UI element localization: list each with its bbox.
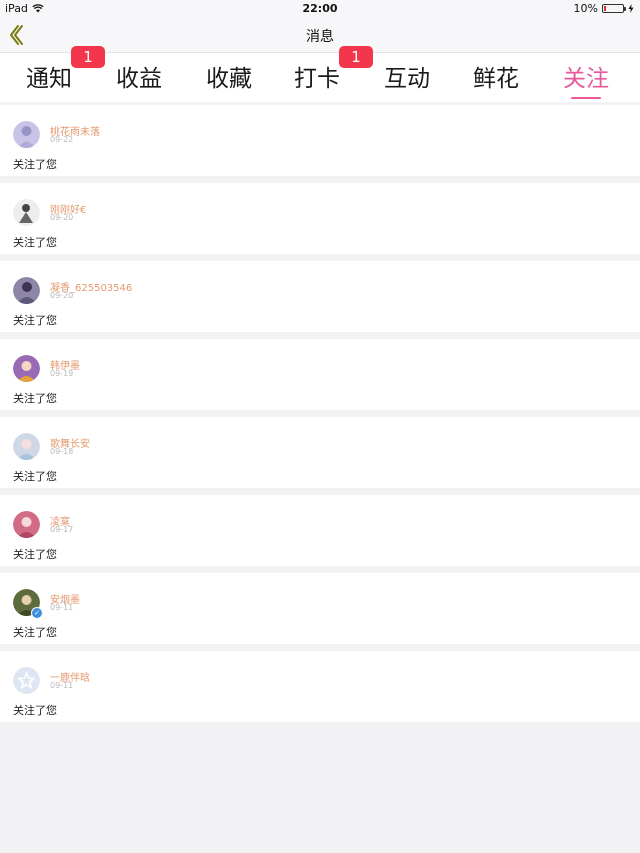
verified-icon: ✓: [31, 607, 43, 619]
tab-label: 打卡: [294, 66, 340, 92]
follow-date: 09-17: [50, 525, 74, 534]
notifications-badge: 1: [71, 46, 105, 68]
avatar[interactable]: [13, 277, 40, 304]
follow-message: 关注了您: [13, 626, 57, 639]
checkin-badge: 1: [339, 46, 373, 68]
follow-message: 关注了您: [13, 314, 57, 327]
tab-earnings[interactable]: 收益: [116, 59, 162, 93]
follow-message: 关注了您: [13, 392, 57, 405]
follow-date: 09-11: [50, 681, 74, 690]
avatar[interactable]: [13, 355, 40, 382]
status-time: 22:00: [302, 2, 338, 15]
tab-label: 收藏: [206, 66, 252, 92]
follow-message: 关注了您: [13, 236, 57, 249]
battery-icon: [602, 4, 626, 13]
follow-date: 09-11: [50, 603, 74, 612]
list-item[interactable]: 刚刚好€ 09-20 关注了您: [0, 183, 640, 254]
tab-checkin[interactable]: 打卡: [294, 59, 340, 93]
battery-level: [604, 6, 606, 11]
list-item[interactable]: 歌舞长安 09-18 关注了您: [0, 417, 640, 488]
avatar[interactable]: [13, 433, 40, 460]
tab-notifications[interactable]: 通知: [26, 59, 72, 93]
tab-label: 收益: [116, 66, 162, 92]
list-item[interactable]: ✓ 安烟墨 09-11 关注了您: [0, 573, 640, 644]
page-title: 消息: [306, 29, 334, 45]
tab-label: 鲜花: [473, 66, 519, 92]
list-item[interactable]: 桃花雨未落 09-22 关注了您: [0, 105, 640, 176]
avatar[interactable]: [13, 121, 40, 148]
status-bar: iPad 22:00 10%: [0, 0, 640, 18]
active-tab-indicator: [571, 97, 601, 99]
follow-message: 关注了您: [13, 548, 57, 561]
tab-interactions[interactable]: 互动: [384, 59, 430, 93]
avatar[interactable]: [13, 199, 40, 226]
list-item[interactable]: 凌寞 09-17 关注了您: [0, 495, 640, 566]
follow-message: 关注了您: [13, 470, 57, 483]
follow-date: 09-18: [50, 447, 74, 456]
battery-tip: [624, 7, 626, 11]
follow-date: 09-22: [50, 135, 74, 144]
follow-date: 09-20: [50, 291, 74, 300]
tab-label: 互动: [384, 66, 430, 92]
avatar[interactable]: [13, 667, 40, 694]
follow-date: 09-19: [50, 369, 74, 378]
follow-date: 09-20: [50, 213, 74, 222]
list-item[interactable]: 一鹿伴晗 09-11 关注了您: [0, 651, 640, 722]
charging-icon: [628, 4, 634, 13]
follow-message: 关注了您: [13, 158, 57, 171]
battery-percent: 10%: [573, 2, 598, 15]
follow-message: 关注了您: [13, 704, 57, 717]
tab-following[interactable]: 关注: [563, 59, 609, 99]
tab-favorites[interactable]: 收藏: [206, 59, 252, 93]
list-item[interactable]: 凝香_625503546 09-20 关注了您: [0, 261, 640, 332]
tab-label: 通知: [26, 66, 72, 92]
list-item[interactable]: 韩伊墨 09-19 关注了您: [0, 339, 640, 410]
tab-flowers[interactable]: 鲜花: [473, 59, 519, 93]
tab-label: 关注: [563, 66, 609, 92]
status-right: 10%: [574, 2, 634, 15]
avatar[interactable]: [13, 511, 40, 538]
